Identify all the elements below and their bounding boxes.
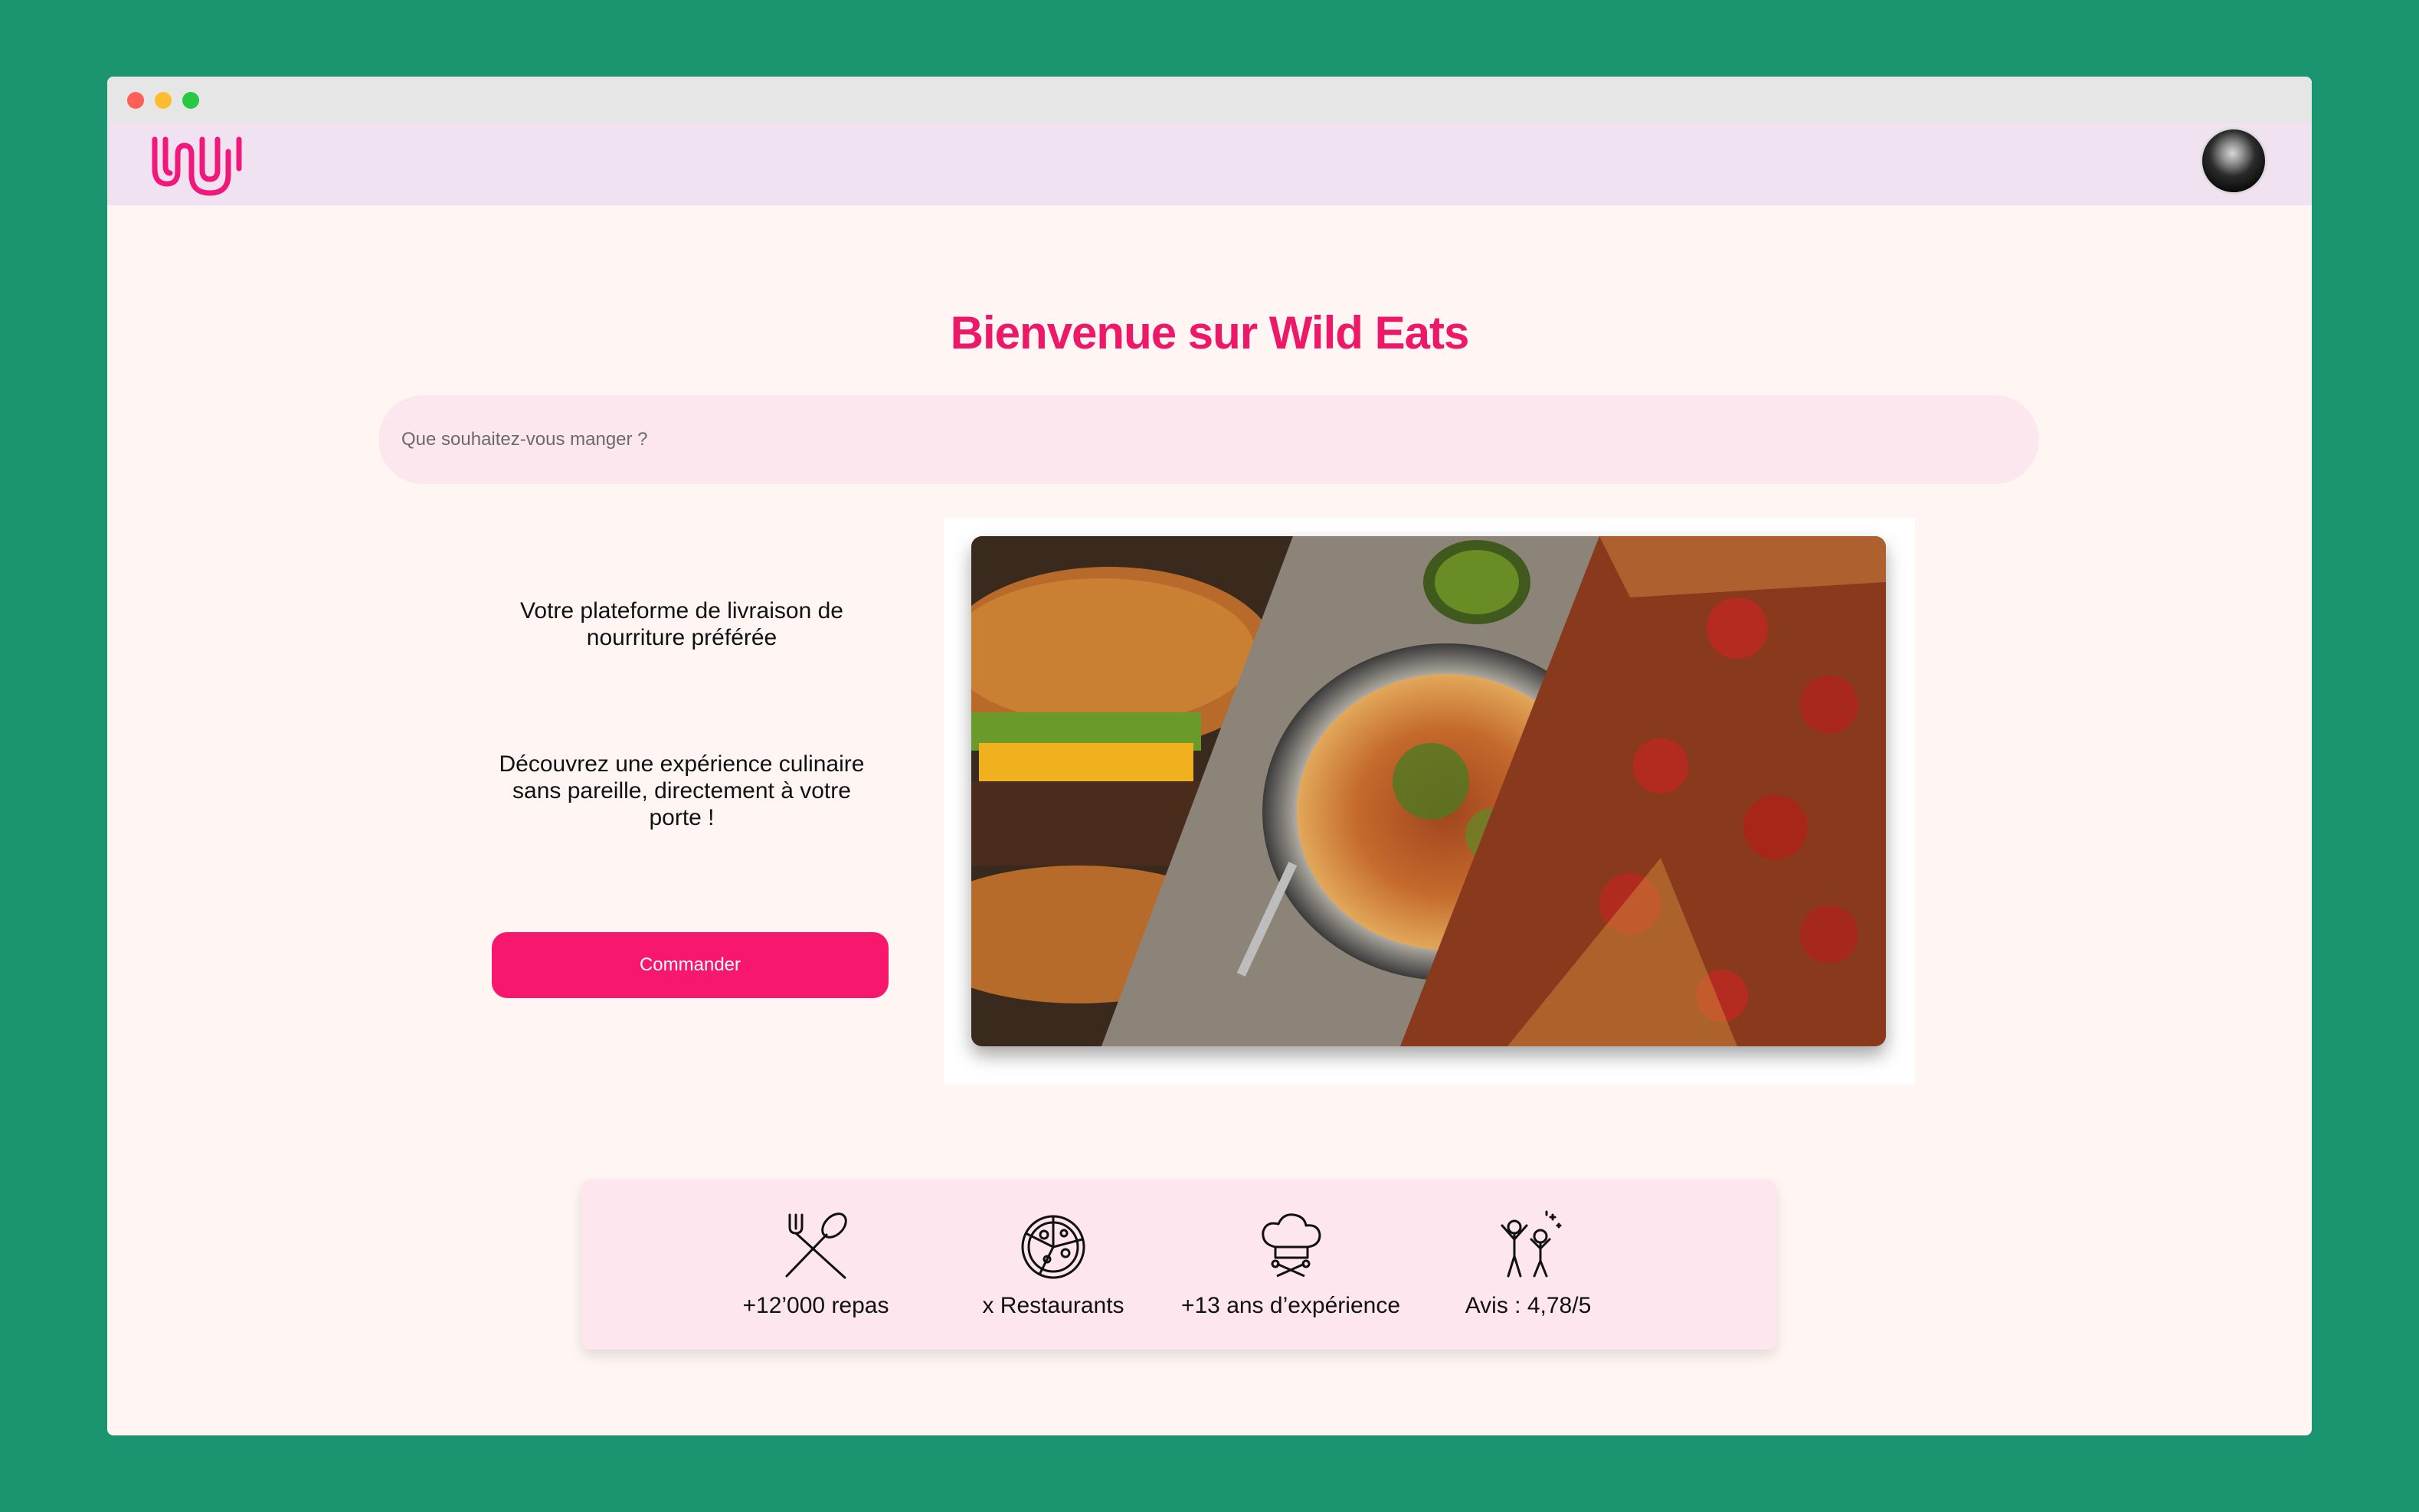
stats-bar: +12’000 repas x Restaurants +13 ans d’ex… (582, 1180, 1776, 1350)
stat-meals: +12’000 repas (701, 1209, 931, 1319)
order-button[interactable]: Commander (492, 932, 889, 998)
wild-eats-logo-icon[interactable] (149, 129, 244, 198)
fork-spoon-icon (785, 1213, 847, 1279)
navbar (107, 123, 2312, 205)
stat-experience-label: +13 ans d’expérience (1180, 1293, 1401, 1318)
title-bar (107, 77, 2312, 123)
stat-restaurants-label: x Restaurants (982, 1293, 1124, 1318)
browser-window: Bienvenue sur Wild Eats Votre plateforme… (107, 77, 2312, 1435)
hero-image-frame (944, 518, 1915, 1085)
stat-experience: +13 ans d’expérience (1176, 1209, 1406, 1319)
maximize-window-button[interactable] (182, 92, 199, 109)
description-text: Découvrez une expérience culinaire sans … (499, 751, 865, 830)
stat-meals-label: +12’000 repas (742, 1293, 889, 1318)
minimize-window-button[interactable] (155, 92, 172, 109)
tagline-text: Votre plateforme de livraison de nourrit… (520, 598, 843, 650)
stat-restaurants: x Restaurants (938, 1209, 1168, 1319)
food-collage-image (971, 536, 1886, 1046)
stat-reviews: Avis : 4,78/5 (1413, 1209, 1643, 1319)
chef-hat-icon (1262, 1213, 1321, 1278)
close-window-button[interactable] (127, 92, 144, 109)
user-avatar[interactable] (2200, 127, 2267, 195)
page-title: Bienvenue sur Wild Eats (950, 307, 1470, 358)
pizza-icon (1021, 1215, 1085, 1279)
search-input[interactable] (378, 395, 2039, 484)
happy-people-icon (1501, 1210, 1562, 1278)
stat-reviews-label: Avis : 4,78/5 (1465, 1293, 1592, 1318)
